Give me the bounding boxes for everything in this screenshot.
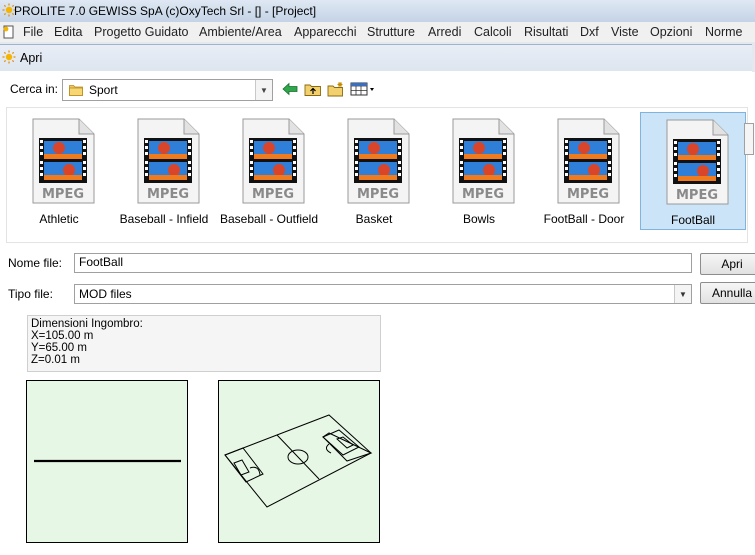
menu-strutture[interactable]: Strutture (367, 25, 415, 39)
menu-risultati[interactable]: Risultati (524, 25, 568, 39)
file-list: MPEG Athletic MPEG Baseball - Infield MPEG Ba… (6, 107, 748, 243)
menu-norme[interactable]: Norme (705, 25, 743, 39)
menu-opzioni[interactable]: Opzioni (650, 25, 692, 39)
menu-dxf[interactable]: Dxf (580, 25, 599, 39)
side-view-drawing (34, 459, 181, 463)
menu-calcoli[interactable]: Calcoli (474, 25, 512, 39)
chevron-down-icon[interactable]: ▼ (674, 285, 691, 303)
app-title-bar: PROLITE 7.0 GEWISS SpA (c)OxyTech Srl - … (0, 0, 755, 22)
file-item[interactable]: MPEG Athletic (7, 112, 111, 228)
file-item[interactable]: MPEG Bowls (427, 112, 531, 228)
lookin-label: Cerca in: (10, 82, 59, 96)
mpeg-file-icon: MPEG (242, 118, 305, 204)
file-type-label: MPEG (357, 187, 399, 202)
file-name: FootBall - Door (543, 212, 625, 226)
folder-up-icon (304, 84, 321, 96)
back-arrow-icon (282, 82, 298, 96)
menu-viste[interactable]: Viste (611, 25, 639, 39)
file-name: Bowls (462, 212, 495, 226)
filename-label: Nome file: (8, 256, 63, 270)
file-item[interactable]: MPEG Baseball - Outfield (217, 112, 321, 228)
dimensions-heading: Dimensioni Ingombro: (31, 318, 143, 330)
mpeg-file-icon: MPEG (137, 118, 200, 204)
pitch-preview (218, 380, 380, 543)
mpeg-file-icon: MPEG (557, 118, 620, 204)
file-item[interactable]: MPEG FootBall - Door (532, 112, 636, 228)
back-button[interactable] (280, 79, 300, 99)
open-button[interactable]: Apri (700, 253, 755, 275)
dimensions-info: Dimensioni Ingombro: X=105.00 m Y=65.00 … (27, 315, 381, 372)
file-type-label: MPEG (147, 187, 189, 202)
filename-input[interactable] (75, 254, 683, 270)
file-name: FootBall (670, 213, 716, 227)
chevron-down-icon[interactable]: ▼ (255, 80, 272, 100)
app-title: PROLITE 7.0 GEWISS SpA (c)OxyTech Srl - … (14, 4, 317, 18)
dialog-title-bar: Apri (0, 45, 752, 71)
file-type-label: MPEG (42, 187, 84, 202)
file-type-label: MPEG (252, 187, 294, 202)
mpeg-file-icon: MPEG (666, 119, 729, 205)
mpeg-file-icon: MPEG (347, 118, 410, 204)
file-name: Baseball - Outfield (219, 212, 319, 226)
menu-edita[interactable]: Edita (54, 25, 83, 39)
filetype-value: MOD files (79, 287, 132, 301)
cancel-button[interactable]: Annulla (700, 282, 755, 304)
dialog-title: Apri (20, 51, 43, 65)
file-type-label: MPEG (567, 187, 609, 202)
file-item[interactable]: MPEG Baseball - Infield (112, 112, 216, 228)
mpeg-file-icon: MPEG (452, 118, 515, 204)
lookin-combo[interactable]: Sport ▼ (62, 79, 273, 101)
menu-progetto-guidato[interactable]: Progetto Guidato (94, 25, 189, 39)
file-type-label: MPEG (676, 188, 718, 203)
filename-field[interactable] (74, 253, 692, 273)
scrollbar[interactable] (744, 123, 754, 155)
view-menu-button[interactable] (350, 79, 376, 99)
filetype-label: Tipo file: (8, 287, 53, 301)
dimension-y: Y=65.00 m (31, 342, 87, 354)
menu-file[interactable]: File (23, 25, 43, 39)
open-dialog: Apri Cerca in: Sport ▼ MPEG Athletic MPE… (0, 44, 755, 555)
menu-bar: File Edita Progetto Guidato Ambiente/Are… (0, 22, 755, 42)
mpeg-file-icon: MPEG (32, 118, 95, 204)
lookin-value: Sport (89, 83, 118, 97)
dimension-x: X=105.00 m (31, 330, 94, 342)
file-name: Athletic (39, 212, 79, 226)
file-name: Basket (355, 212, 393, 226)
menu-ambiente-area[interactable]: Ambiente/Area (199, 25, 282, 39)
file-item[interactable]: MPEG FootBall (640, 112, 746, 230)
document-icon[interactable] (1, 24, 17, 40)
side-view-preview (26, 380, 188, 543)
filetype-select[interactable]: MOD files ▼ (74, 284, 692, 304)
new-folder-button[interactable] (326, 79, 346, 99)
dimension-z: Z=0.01 m (31, 354, 80, 366)
football-pitch-drawing (224, 414, 373, 508)
sun-icon (2, 50, 16, 64)
view-menu-icon (350, 82, 374, 96)
file-item[interactable]: MPEG Basket (322, 112, 426, 228)
up-folder-button[interactable] (303, 79, 323, 99)
folder-icon (69, 85, 83, 96)
file-type-label: MPEG (462, 187, 504, 202)
menu-arredi[interactable]: Arredi (428, 25, 461, 39)
menu-apparecchi[interactable]: Apparecchi (294, 25, 357, 39)
file-name: Baseball - Infield (119, 212, 209, 226)
new-folder-icon (327, 82, 343, 97)
